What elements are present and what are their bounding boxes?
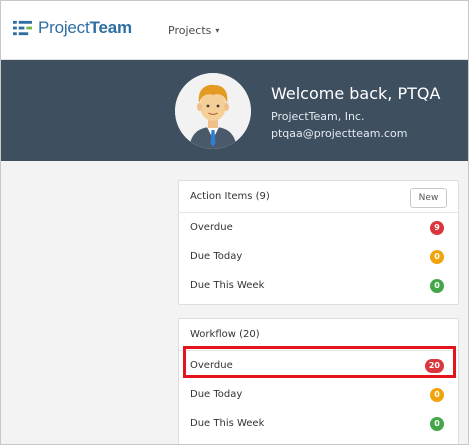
- avatar: [175, 73, 251, 149]
- logo-wordmark: Project Team: [38, 18, 132, 38]
- row-label: Due Today: [190, 251, 243, 262]
- projectteam-logo[interactable]: Project Team: [13, 18, 132, 38]
- chevron-down-icon: ▾: [215, 26, 220, 35]
- logo-text-bold: Team: [89, 18, 133, 37]
- action-items-header: Action Items (9) New: [179, 181, 458, 213]
- count-badge: 9: [430, 220, 444, 235]
- user-avatar-icon: [175, 73, 251, 149]
- company-name: ProjectTeam, Inc.: [271, 110, 365, 123]
- count-badge: 0: [430, 387, 444, 402]
- workflow-due-today-row[interactable]: Due Today 0: [179, 380, 458, 409]
- row-label: Overdue: [190, 360, 233, 371]
- row-label: Due This Week: [190, 280, 265, 291]
- workflow-header: Workflow (20): [179, 319, 458, 351]
- user-email: ptqaa@projectteam.com: [271, 127, 408, 140]
- projects-label: Projects: [168, 24, 212, 37]
- action-items-card: Action Items (9) New Overdue 9 Due Today…: [178, 180, 459, 305]
- action-items-overdue-row[interactable]: Overdue 9: [179, 213, 458, 242]
- projects-dropdown[interactable]: Projects ▾: [168, 24, 219, 37]
- workflow-card: Workflow (20) Overdue 20 Due Today 0 Due…: [178, 318, 459, 445]
- count-badge: 20: [424, 358, 444, 373]
- count-badge: 0: [430, 416, 444, 431]
- top-navbar: Project Team Projects ▾: [0, 0, 469, 60]
- row-label: Overdue: [190, 222, 233, 233]
- count-badge: 0: [430, 249, 444, 264]
- logo-text-light: Project: [38, 18, 90, 37]
- welcome-banner: Welcome back, PTQA ProjectTeam, Inc. ptq…: [0, 60, 469, 161]
- row-label: Due Today: [190, 389, 243, 400]
- action-items-title: Action Items (9): [190, 191, 270, 202]
- count-badge: 0: [430, 278, 444, 293]
- welcome-heading: Welcome back, PTQA: [271, 84, 441, 103]
- new-action-item-button[interactable]: New: [410, 188, 447, 208]
- workflow-title: Workflow (20): [190, 329, 260, 340]
- logo-icon: [13, 20, 32, 35]
- workflow-overdue-row[interactable]: Overdue 20: [179, 351, 458, 380]
- action-items-due-this-week-row[interactable]: Due This Week 0: [179, 271, 458, 300]
- workflow-due-this-week-row[interactable]: Due This Week 0: [179, 409, 458, 438]
- row-label: Due This Week: [190, 418, 265, 429]
- action-items-due-today-row[interactable]: Due Today 0: [179, 242, 458, 271]
